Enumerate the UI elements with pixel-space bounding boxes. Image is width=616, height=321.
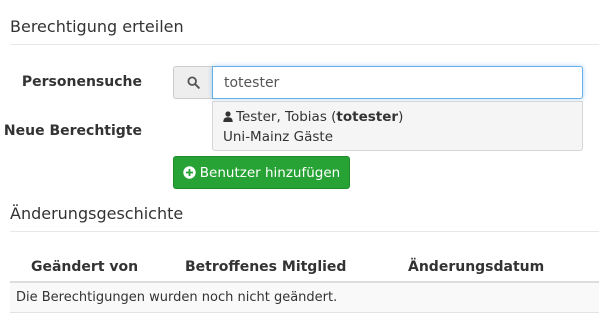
- search-addon: [173, 66, 212, 99]
- divider: [10, 44, 599, 45]
- suggestion-person: Tester, Tobias (totester): [223, 107, 572, 127]
- user-icon: [223, 111, 233, 122]
- empty-history-message: Die Berechtigungen wurden noch nicht geä…: [16, 290, 338, 305]
- add-user-button[interactable]: Benutzer hinzufügen: [173, 156, 350, 189]
- plus-circle-icon: [183, 166, 196, 179]
- search-icon: [186, 76, 200, 89]
- suggestion-name-end: ): [398, 109, 404, 125]
- autocomplete-suggestion[interactable]: Tester, Tobias (totester) Uni-Mainz Gäst…: [212, 101, 583, 151]
- person-search-input[interactable]: [212, 66, 583, 99]
- search-label: Personensuche: [21, 74, 142, 90]
- add-user-button-label: Benutzer hinzufügen: [199, 164, 341, 181]
- column-header-changed-by: Geändert von: [31, 259, 139, 275]
- divider: [10, 231, 599, 232]
- suggestion-group: Uni-Mainz Gäste: [223, 129, 334, 145]
- column-header-change-date: Änderungsdatum: [408, 259, 545, 275]
- suggestion-name: Tester, Tobias (: [236, 109, 337, 125]
- suggestion-username: totester: [336, 109, 399, 125]
- section-title-grant: Berechtigung erteilen: [10, 17, 184, 36]
- section-title-history: Änderungsgeschichte: [10, 204, 184, 223]
- new-authorized-label: Neue Berechtigte: [3, 123, 142, 139]
- column-header-affected-member: Betroffenes Mitglied: [185, 259, 347, 275]
